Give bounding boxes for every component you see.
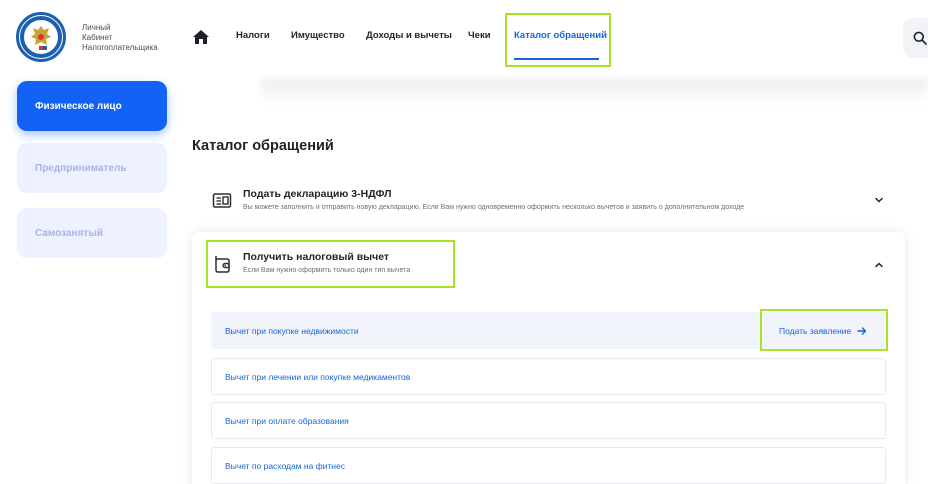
deduction-item-label: Вычет при оплате образования [225, 415, 349, 426]
deduction-item-label: Вычет при покупке недвижимости [225, 325, 359, 336]
nav-home-button[interactable] [192, 28, 210, 46]
accordion-title: Получить налоговый вычет [243, 251, 390, 263]
deduction-item-medical[interactable]: Вычет при лечении или покупке медикамент… [211, 358, 886, 395]
wallet-icon [215, 256, 230, 273]
eagle-emblem-icon [20, 16, 62, 58]
accordion-description: Если Вам нужно оформить только один тип … [243, 267, 411, 274]
chevron-down-icon [875, 197, 883, 203]
sidebar-item-label: Предприниматель [35, 162, 127, 174]
arrow-right-icon [857, 327, 867, 335]
deduction-item-education[interactable]: Вычет при оплате образования [211, 402, 886, 439]
nav-property[interactable]: Имущество [291, 30, 345, 41]
nav-receipts[interactable]: Чеки [468, 30, 491, 41]
logo-line: Налогоплательщика [82, 43, 158, 52]
sidebar-item-individual[interactable]: Физическое лицо [17, 81, 167, 131]
sidebar-item-label: Физическое лицо [35, 100, 122, 112]
home-icon [193, 30, 209, 44]
deduction-item-fitness[interactable]: Вычет по расходам на фитнес [211, 447, 886, 484]
submit-application-link[interactable]: Подать заявление [779, 326, 867, 336]
accordion-tax-deduction[interactable]: Получить налоговый вычет Если Вам нужно … [192, 240, 905, 290]
accordion-declaration-3ndfl[interactable]: Подать декларацию 3-НДФЛ Вы можете запол… [192, 180, 905, 220]
submit-application-label: Подать заявление [779, 326, 852, 336]
nav-income-deductions[interactable]: Доходы и вычеты [366, 30, 452, 41]
active-nav-underline [514, 58, 599, 60]
accordion-description: Вы можете заполнить и отправить новую де… [243, 204, 745, 211]
deduction-item-label: Вычет по расходам на фитнес [225, 460, 345, 471]
search-button[interactable] [903, 18, 928, 58]
sidebar-item-label: Самозанятый [35, 227, 104, 239]
sidebar-item-self-employed[interactable]: Самозанятый [17, 208, 167, 258]
document-icon [212, 193, 232, 208]
nav-taxes[interactable]: Налоги [236, 30, 270, 41]
fns-logo[interactable] [16, 12, 66, 62]
logo-line: Кабинет [82, 33, 113, 42]
deduction-item-label: Вычет при лечении или покупке медикамент… [225, 371, 411, 382]
page-title: Каталог обращений [192, 138, 334, 154]
logo-line: Личный [82, 23, 111, 32]
chevron-up-icon [875, 262, 883, 268]
accordion-title: Подать декларацию 3-НДФЛ [243, 188, 392, 200]
search-icon [913, 31, 927, 45]
header-shadow [260, 78, 928, 104]
sidebar-item-entrepreneur[interactable]: Предприниматель [17, 143, 167, 193]
logo-text: Личный Кабинет Налогоплательщика [82, 23, 158, 53]
nav-appeals-catalog[interactable]: Каталог обращений [514, 30, 607, 41]
